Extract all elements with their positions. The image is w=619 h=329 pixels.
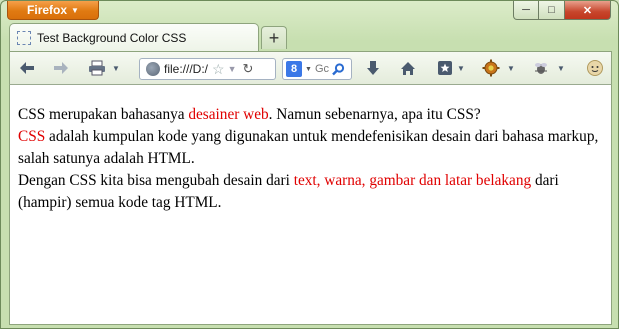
addon-button[interactable] (480, 52, 502, 84)
home-icon (401, 61, 415, 75)
search-bar[interactable]: 8 ▼ Gc (282, 58, 352, 80)
url-dropdown-icon[interactable]: ▼ (228, 64, 237, 74)
dropdown-icon: ▼ (457, 63, 465, 73)
new-tab-button[interactable]: + (261, 26, 287, 49)
minimize-button[interactable]: ─ (513, 1, 539, 20)
bookmarks-button[interactable] (434, 52, 456, 84)
firefox-menu-button[interactable]: Firefox ▼ (7, 1, 99, 20)
search-input[interactable]: Gc (315, 63, 329, 75)
page-content: CSS merupakan bahasanya desainer web. Na… (9, 85, 612, 325)
back-icon (20, 62, 34, 74)
print-button[interactable] (86, 52, 108, 84)
forward-button[interactable] (50, 52, 72, 84)
bookmark-star-icon[interactable]: ☆ (212, 61, 225, 78)
bookmarks-dropdown-button[interactable]: ▼ (456, 52, 466, 84)
plus-icon: + (268, 27, 280, 48)
url-bar[interactable]: file:///D:/ ☆ ▼ ↻ (139, 58, 276, 80)
chevron-down-icon: ▼ (71, 5, 79, 15)
browser-window: Firefox ▼ ─ □ ✕ Test Background Color CS… (0, 0, 619, 329)
firefox-menu-label: Firefox (27, 3, 68, 17)
text-run: Dengan CSS kita bisa mengubah desain dar… (18, 172, 294, 189)
addon-dropdown-button[interactable]: ▼ (506, 52, 516, 84)
text-run: CSS merupakan bahasanya (18, 106, 189, 123)
download-icon (367, 61, 379, 75)
text-run: adalah kumpulan kode yang digunakan untu… (18, 128, 599, 167)
highlight-text: CSS (18, 128, 46, 145)
addon-bug-icon (535, 63, 547, 74)
avatar-icon (587, 60, 603, 76)
body-text: CSS merupakan bahasanya desainer web. Na… (18, 104, 603, 214)
url-text: file:///D:/ (164, 62, 209, 76)
maximize-button[interactable]: □ (539, 1, 565, 20)
close-icon: ✕ (582, 4, 593, 17)
bookmarks-icon (438, 61, 452, 75)
favicon-icon (17, 30, 31, 45)
downloads-button[interactable] (362, 52, 384, 84)
print-icon (89, 60, 105, 76)
print-dropdown-button[interactable]: ▼ (110, 52, 122, 84)
magnifier-icon[interactable] (332, 62, 345, 76)
firebug-dropdown-button[interactable]: ▼ (556, 52, 566, 84)
home-button[interactable] (397, 52, 419, 84)
tab-active[interactable]: Test Background Color CSS (9, 23, 259, 51)
addon-gear-icon (482, 59, 500, 77)
dropdown-icon: ▼ (557, 63, 565, 73)
forward-icon (54, 62, 68, 74)
reload-icon[interactable]: ↻ (243, 61, 254, 77)
close-button[interactable]: ✕ (565, 1, 611, 20)
back-button[interactable] (16, 52, 38, 84)
profile-button[interactable] (584, 52, 606, 84)
dropdown-icon: ▼ (507, 63, 515, 73)
search-engine-dropdown-icon[interactable]: ▼ (305, 66, 312, 73)
title-bar: Firefox ▼ ─ □ ✕ (1, 1, 618, 23)
navigation-toolbar: ▼ file:///D:/ ☆ ▼ ↻ 8 ▼ Gc ▼ ▼ ▼ (9, 51, 612, 85)
tab-title: Test Background Color CSS (37, 30, 187, 45)
minimize-icon: ─ (522, 4, 530, 16)
globe-icon (146, 62, 160, 76)
text-run: . Namun sebenarnya, apa itu CSS? (268, 106, 481, 123)
google-search-icon[interactable]: 8 (286, 61, 302, 77)
maximize-icon: □ (548, 4, 555, 16)
firebug-button[interactable] (530, 52, 552, 84)
highlight-text: desainer web (188, 106, 269, 123)
highlight-text: text, warna, gambar dan latar belakang (293, 172, 532, 189)
dropdown-icon: ▼ (112, 63, 120, 73)
